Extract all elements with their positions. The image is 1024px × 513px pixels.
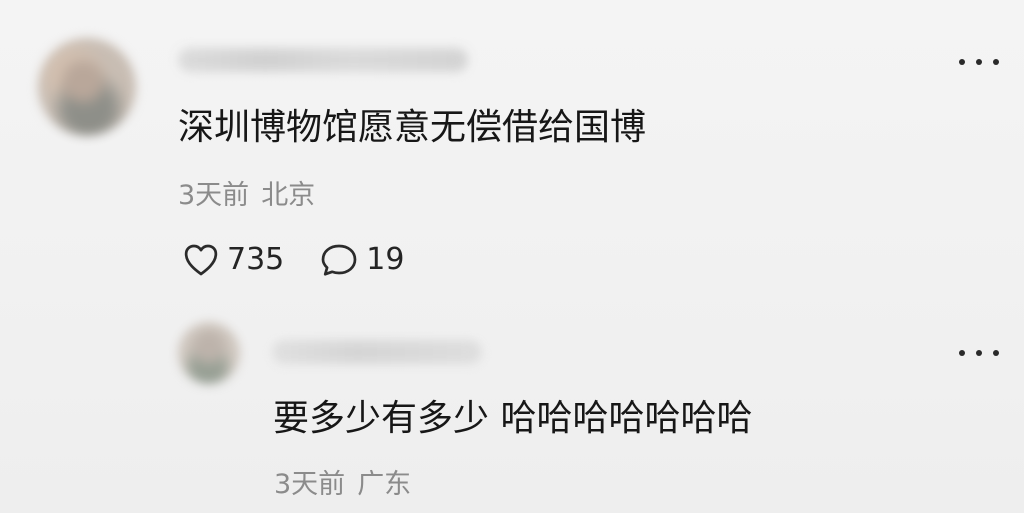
like-count: 735 (227, 242, 285, 277)
more-dot-3 (993, 350, 999, 356)
comment-location: 北京 (261, 180, 316, 211)
comment-text: 深圳博物馆愿意无偿借给国博 (178, 107, 647, 148)
reply-location: 广东 (357, 469, 412, 500)
comment-bubble-icon (321, 244, 357, 276)
comment-actions: 735 19 (183, 239, 440, 281)
more-dot-1 (959, 59, 965, 65)
reply-text: 要多少有多少 哈哈哈哈哈哈哈 (273, 398, 753, 439)
heart-icon (184, 244, 218, 276)
more-options-icon[interactable] (959, 53, 999, 71)
more-dot-2 (976, 350, 982, 356)
more-dot-3 (993, 59, 999, 65)
more-dot-1 (959, 350, 965, 356)
reply-meta: 3天前 广东 (274, 471, 411, 498)
reply-blurred-username[interactable] (272, 340, 482, 364)
reply-time: 3天前 (274, 469, 346, 500)
reply-count: 19 (366, 242, 405, 277)
blurred-username[interactable] (178, 48, 468, 72)
comment-time: 3天前 (178, 180, 250, 211)
reply-button[interactable]: 19 (320, 242, 404, 278)
comment-meta: 3天前 北京 (178, 182, 315, 209)
more-dot-2 (976, 59, 982, 65)
avatar[interactable] (38, 38, 136, 136)
like-button[interactable]: 735 (183, 243, 284, 277)
more-options-icon[interactable] (959, 344, 999, 362)
reply-avatar[interactable] (178, 322, 240, 384)
